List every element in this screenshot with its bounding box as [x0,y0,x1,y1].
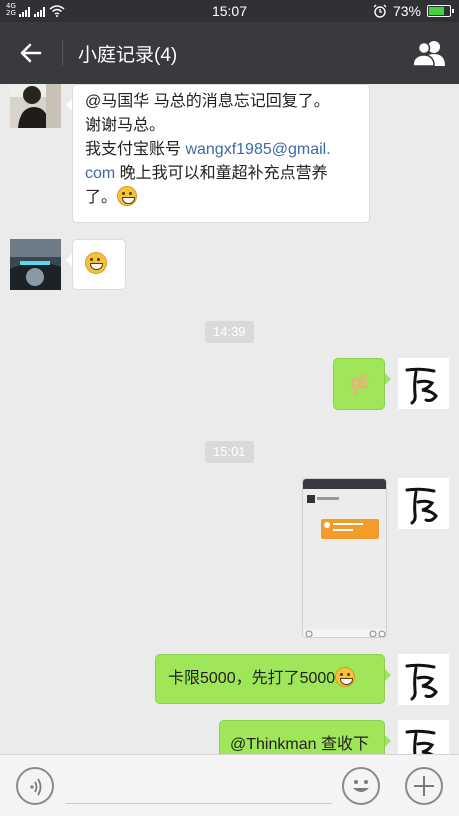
message-bubble[interactable] [333,358,391,410]
grin-emoji [335,667,356,687]
message-input[interactable] [66,803,332,804]
avatar[interactable] [398,654,449,705]
grin-emoji [85,252,107,274]
voice-icon[interactable] [16,767,54,805]
message-text: com 晚上我可以和童超补充点营养 [85,165,328,182]
avatar[interactable] [398,358,449,409]
timestamp: 15:01 [205,441,254,463]
battery-percent: 73% [392,3,421,19]
message-list[interactable]: @马国华 马总的消息忘记回复了。 谢谢马总。 我支付宝账号 wangxf1985… [0,84,459,754]
avatar[interactable] [398,478,449,529]
message-bubble[interactable] [66,239,126,290]
message-text: @Thinkman 查收下 [230,736,369,753]
avatar[interactable] [398,720,449,754]
grin-emoji [117,186,138,206]
input-bar [0,754,459,816]
chat-title: 小庭记录(4) [78,45,178,66]
people-icon[interactable] [411,36,447,70]
smiley-icon[interactable] [342,767,380,805]
chat-header: 小庭记录(4) [0,22,459,84]
message-bubble[interactable]: @马国华 马总的消息忘记回复了。 谢谢马总。 我支付宝账号 wangxf1985… [66,84,370,223]
back-arrow-icon[interactable] [14,36,48,70]
message-bubble[interactable]: @Thinkman 查收下 [219,720,391,754]
message-text: 我支付宝账号 wangxf1985@gmail. [85,141,331,158]
header-divider [62,40,63,66]
screenshot-thumbnail[interactable] [302,478,387,638]
message-text: @马国华 马总的消息忘记回复了。 [85,93,330,110]
email-link[interactable]: wangxf1985@gmail. [185,141,330,158]
avatar[interactable] [10,84,61,128]
ok-hand-emoji [350,373,369,396]
plus-icon[interactable] [405,767,443,805]
message-bubble[interactable]: 卡限5000，先打了5000 [155,654,391,704]
message-text: 谢谢马总。 [85,117,166,134]
message-text: 了。 [85,186,357,210]
avatar[interactable] [10,239,61,290]
alarm-icon [373,4,387,18]
message-text: 卡限5000，先打了5000 [168,670,336,687]
email-link[interactable]: com [85,165,115,182]
battery-icon [427,5,454,17]
timestamp: 14:39 [205,321,254,343]
status-bar: 4G 2G 15:07 73% [0,0,459,22]
